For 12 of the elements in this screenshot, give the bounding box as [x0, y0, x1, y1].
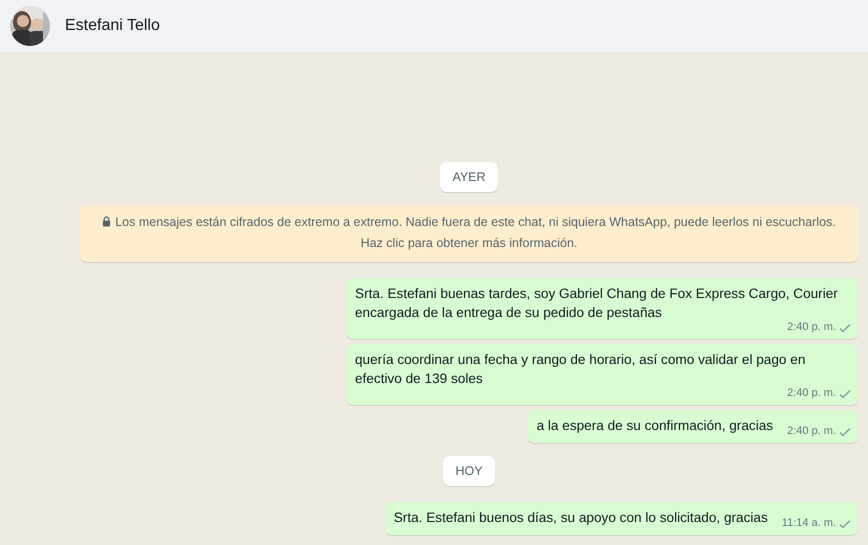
- message-text: a la espera de su confirmación, gracias: [536, 417, 774, 435]
- message-time: 11:14 a. m.: [782, 516, 836, 531]
- message-time: 2:40 p. m.: [787, 424, 836, 439]
- message-time: 2:40 p. m.: [787, 320, 836, 335]
- notice-text: Los mensajes están cifrados de extremo a extremo. Nadie fuera de este chat, ni siquiera WhatsApp, puede leerlos ni escucharlos. Haz clic para obtener más información.: [115, 215, 836, 250]
- message-time: 2:40 p. m.: [787, 386, 836, 401]
- contact-name: Estefani Tello: [65, 17, 160, 35]
- message-text: Srta. Estefani buenos días, su apoyo con lo solicitado, gracias: [394, 509, 768, 527]
- message-text: Srta. Estefani buenas tardes, soy Gabriel Chang de Fox Express Cargo, Courier encargada de la entrega de su pedido de pestañas: [355, 285, 839, 322]
- message-text: quería coordinar una fecha y rango de horario, así como validar el pago en efectivo de 139 soles: [355, 351, 806, 388]
- lock-icon: [102, 216, 112, 227]
- encryption-notice[interactable]: Los mensajes están cifrados de extremo a extremo. Nadie fuera de este chat, ni siquiera WhatsApp, puede leerlos ni escucharlos. Haz clic para obtener más información.: [80, 205, 858, 262]
